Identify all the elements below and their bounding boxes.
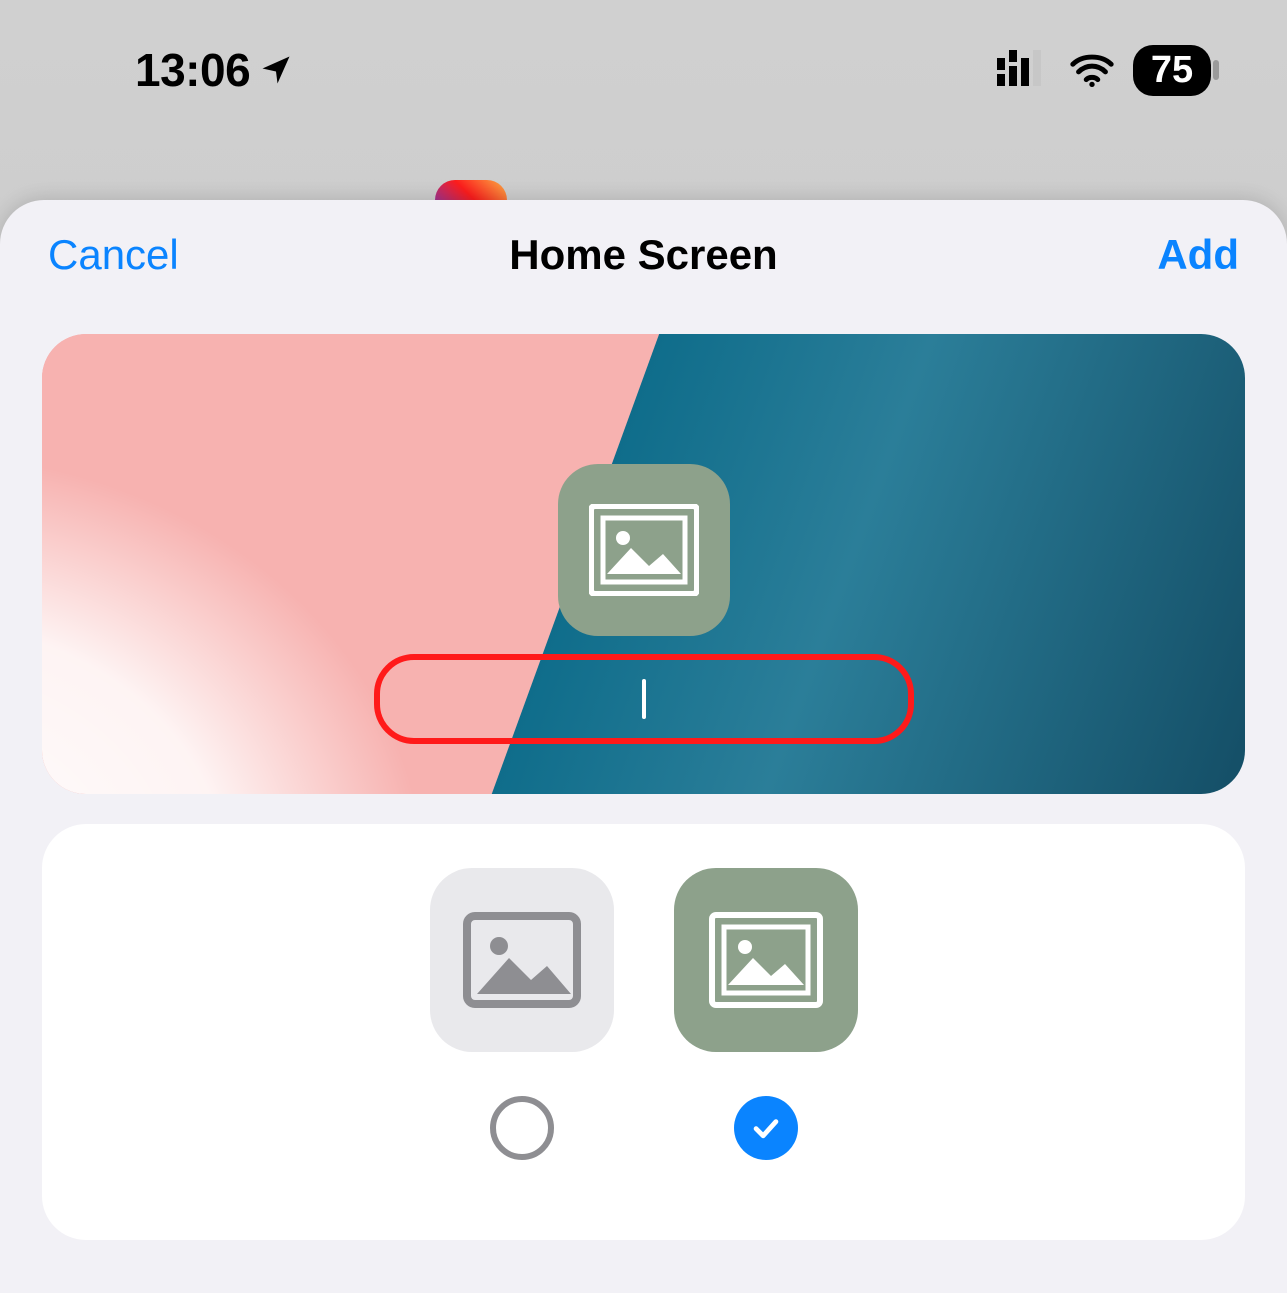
shortcut-name-input[interactable] (374, 654, 914, 744)
modal-sheet: Cancel Home Screen Add (0, 200, 1287, 1293)
status-time: 13:06 (135, 43, 250, 97)
text-caret (642, 679, 646, 719)
cellular-icon (997, 50, 1051, 90)
sheet-title: Home Screen (509, 231, 777, 278)
sheet-nav: Cancel Home Screen Add (0, 200, 1287, 310)
wifi-icon (1069, 52, 1115, 88)
preview-app-icon (558, 464, 730, 636)
icon-options-card (42, 824, 1245, 1240)
battery-indicator: 75 (1133, 45, 1219, 96)
status-bar: 13:06 (0, 0, 1287, 140)
home-screen-preview (42, 334, 1245, 794)
icon-option-default[interactable] (430, 868, 614, 1052)
cancel-button[interactable]: Cancel (48, 231, 179, 278)
radio-option-default[interactable] (490, 1096, 554, 1160)
add-button[interactable]: Add (1157, 231, 1239, 278)
checkmark-icon (749, 1111, 783, 1145)
icon-option-custom[interactable] (674, 868, 858, 1052)
radio-option-custom[interactable] (734, 1096, 798, 1160)
location-icon (258, 52, 294, 88)
battery-percent: 75 (1151, 49, 1193, 92)
